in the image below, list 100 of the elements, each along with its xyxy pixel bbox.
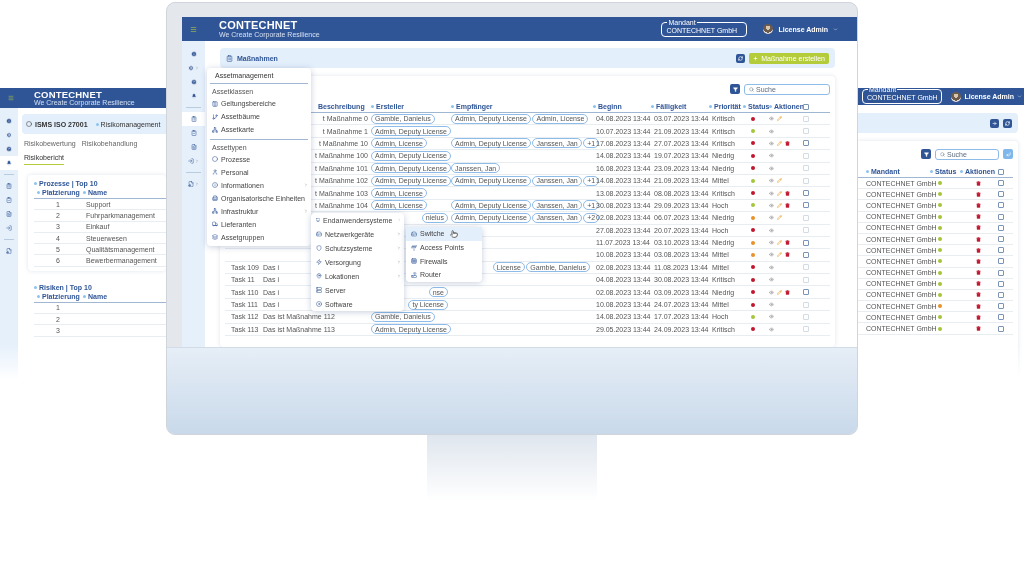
antenna-icon [411, 244, 417, 251]
row-checkbox[interactable] [998, 280, 1004, 287]
delete-icon [976, 214, 981, 220]
monitor-icon [316, 217, 321, 223]
clipboard-check-icon [6, 197, 12, 203]
filter-button[interactable] [921, 149, 931, 159]
sidebar-item[interactable] [182, 112, 205, 126]
network-icon [212, 208, 218, 215]
info-icon [6, 118, 12, 124]
sidebar-item[interactable] [0, 156, 18, 170]
row-checkbox[interactable] [998, 325, 1004, 332]
bell-icon [190, 93, 197, 99]
row-checkbox[interactable] [998, 224, 1004, 231]
document-icon [6, 211, 12, 217]
row-checkbox[interactable] [998, 236, 1004, 243]
select-all-checkbox[interactable] [998, 168, 1004, 175]
view-icon [769, 178, 774, 184]
truck-icon [212, 221, 218, 228]
filter-icon [923, 151, 929, 157]
lock-file-icon [6, 248, 12, 254]
row-checkbox[interactable] [803, 190, 809, 197]
row-checkbox[interactable] [998, 303, 1004, 310]
clipboard-icon [6, 183, 12, 189]
filter-button[interactable] [730, 84, 740, 94]
login-icon [6, 225, 12, 231]
delete-icon [976, 326, 981, 332]
chevron-icon [833, 26, 838, 32]
row-checkbox[interactable] [998, 291, 1004, 298]
row-checkbox[interactable] [803, 202, 809, 209]
row-checkbox[interactable] [998, 191, 1004, 198]
delete-icon [976, 247, 981, 253]
drive-icon [316, 231, 322, 237]
row-checkbox[interactable] [998, 247, 1004, 254]
edit-icon [777, 178, 782, 184]
layers-icon [212, 234, 218, 241]
help-icon [6, 146, 12, 152]
view-icon [769, 277, 774, 283]
row-checkbox[interactable] [998, 202, 1004, 209]
delete-icon [785, 252, 790, 258]
row-checkbox[interactable] [998, 314, 1004, 321]
delete-icon [785, 140, 790, 146]
row-checkbox[interactable] [803, 252, 809, 258]
row-checkbox[interactable] [998, 180, 1004, 187]
network-icon [212, 126, 218, 133]
server-icon [316, 287, 322, 293]
person-icon [212, 169, 218, 176]
edit-icon [777, 215, 782, 221]
delete-icon [785, 240, 790, 246]
row-checkbox[interactable] [803, 140, 809, 147]
edit-icon [777, 289, 782, 295]
settings-icon [188, 65, 194, 71]
delete-icon [785, 289, 790, 295]
chevron-icon [195, 159, 199, 163]
delete-icon [976, 180, 981, 186]
delete-icon [976, 236, 981, 242]
view-icon [769, 215, 774, 221]
settings-icon [6, 132, 12, 138]
menu-icon [8, 95, 14, 101]
view-icon [769, 140, 774, 146]
forward-button[interactable] [990, 118, 999, 128]
info-icon [212, 182, 218, 189]
branch-icon [212, 113, 218, 120]
refresh-button[interactable] [1003, 118, 1012, 128]
delete-icon [976, 292, 981, 298]
enter-button[interactable] [1003, 149, 1013, 159]
avatar[interactable] [951, 91, 962, 102]
arrow-icon [992, 120, 997, 126]
view-icon [769, 264, 774, 270]
login-icon [188, 158, 194, 164]
enter-icon [1005, 151, 1011, 157]
clipboard-check-icon [190, 130, 197, 136]
view-icon [769, 314, 774, 320]
circle-icon [212, 156, 218, 163]
row-checkbox[interactable] [998, 258, 1004, 265]
avatar[interactable] [763, 24, 774, 34]
refresh-button[interactable] [736, 53, 746, 63]
clipboard-icon [226, 54, 233, 62]
circle-icon [26, 121, 32, 127]
delete-icon [976, 303, 981, 309]
view-icon [769, 240, 774, 246]
building-icon [212, 195, 218, 202]
bell-icon [6, 160, 12, 166]
delete-icon [785, 202, 790, 208]
row-checkbox[interactable] [998, 213, 1004, 220]
hand-cursor-icon [450, 230, 458, 238]
select-all-checkbox[interactable] [803, 103, 809, 110]
columns-icon [212, 100, 218, 107]
view-icon [769, 227, 774, 233]
edit-icon [777, 190, 782, 196]
lock-file-icon [188, 181, 194, 187]
drive-icon [411, 230, 417, 237]
wall-icon [411, 258, 417, 265]
edit-icon [777, 202, 782, 208]
delete-icon [976, 258, 981, 264]
row-checkbox[interactable] [803, 239, 809, 246]
row-checkbox[interactable] [803, 289, 809, 296]
delete-icon [976, 191, 981, 197]
refresh-icon [738, 55, 744, 61]
row-checkbox[interactable] [998, 269, 1004, 276]
delete-icon [976, 225, 981, 231]
